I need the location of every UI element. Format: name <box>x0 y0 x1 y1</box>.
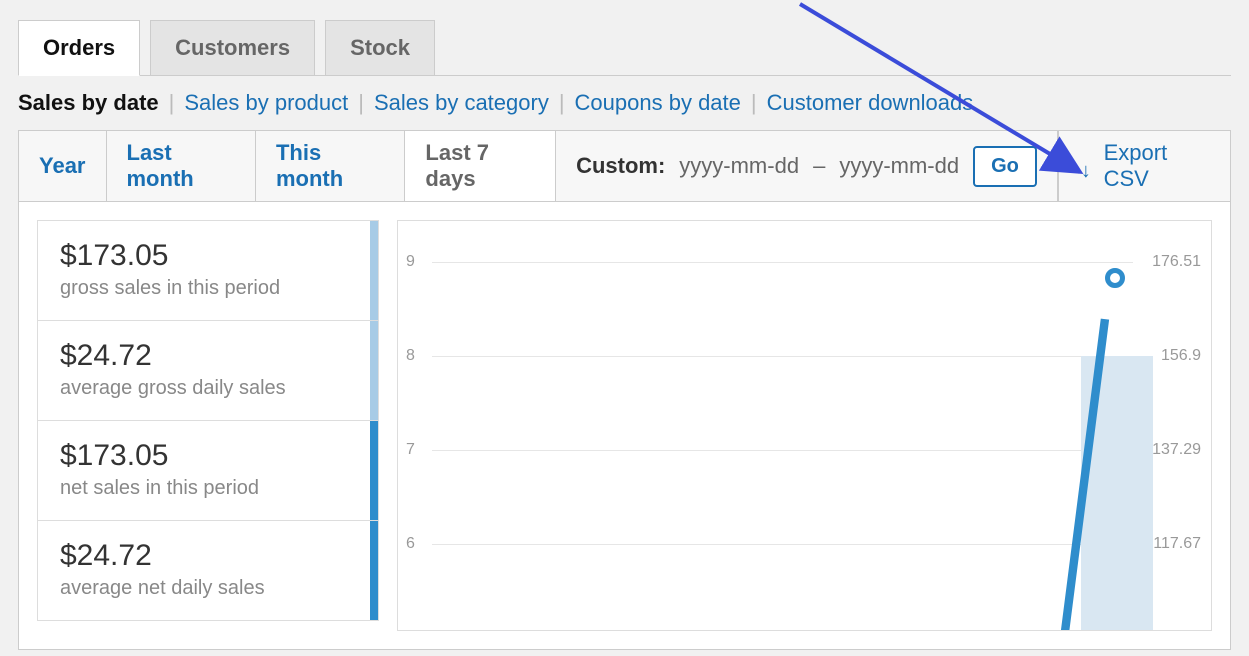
date-range-bar: Year Last month This month Last 7 days C… <box>18 130 1231 202</box>
subnav-customer-downloads[interactable]: Customer downloads <box>767 90 974 116</box>
stat-gross-sales[interactable]: $173.05 gross sales in this period <box>37 220 379 320</box>
report-subnav: Sales by date | Sales by product | Sales… <box>18 76 1231 130</box>
export-csv-button[interactable]: Export CSV <box>1059 131 1230 201</box>
y-right-tick: 137.29 <box>1152 441 1201 459</box>
stat-accent <box>370 221 378 320</box>
tab-customers[interactable]: Customers <box>150 20 315 76</box>
subnav-sales-by-product[interactable]: Sales by product <box>184 90 348 116</box>
report-content: $173.05 gross sales in this period $24.7… <box>18 202 1231 650</box>
stat-value: $173.05 <box>60 439 360 473</box>
stat-value: $173.05 <box>60 239 360 273</box>
range-year[interactable]: Year <box>19 131 107 201</box>
y-left-tick: 8 <box>406 347 415 365</box>
y-right-tick: 117.67 <box>1153 535 1201 553</box>
range-dash: – <box>813 153 825 179</box>
stat-net-sales[interactable]: $173.05 net sales in this period <box>37 420 379 520</box>
stat-accent <box>370 421 378 520</box>
y-right-tick: 176.51 <box>1152 253 1201 271</box>
stat-value: $24.72 <box>60 539 360 573</box>
stat-label: net sales in this period <box>60 477 360 500</box>
stat-label: average net daily sales <box>60 577 360 600</box>
download-icon <box>1081 157 1094 175</box>
subnav-sales-by-category[interactable]: Sales by category <box>374 90 549 116</box>
range-this-month[interactable]: This month <box>256 131 405 201</box>
main-tabs: Orders Customers Stock <box>18 20 1231 76</box>
range-custom-label: Custom: <box>576 153 665 179</box>
range-to-input[interactable]: yyyy-mm-dd <box>839 153 959 179</box>
chart-line <box>432 221 1133 631</box>
stats-sidebar: $173.05 gross sales in this period $24.7… <box>37 220 379 631</box>
stat-value: $24.72 <box>60 339 360 373</box>
stat-label: average gross daily sales <box>60 377 360 400</box>
range-custom: Custom: yyyy-mm-dd – yyyy-mm-dd Go <box>556 131 1058 201</box>
go-button[interactable]: Go <box>973 146 1037 187</box>
stat-accent <box>370 321 378 420</box>
y-left-tick: 9 <box>406 253 415 271</box>
y-right-tick: 156.9 <box>1161 347 1201 365</box>
chart-data-point <box>1105 268 1125 288</box>
subnav-current: Sales by date <box>18 90 159 116</box>
range-last-7-days[interactable]: Last 7 days <box>405 131 556 201</box>
tab-orders[interactable]: Orders <box>18 20 140 76</box>
y-left-tick: 6 <box>406 535 415 553</box>
stat-avg-net-daily[interactable]: $24.72 average net daily sales <box>37 520 379 621</box>
tab-stock[interactable]: Stock <box>325 20 435 76</box>
chart-bar <box>1081 356 1153 630</box>
range-last-month[interactable]: Last month <box>107 131 256 201</box>
stat-label: gross sales in this period <box>60 277 360 300</box>
export-csv-label: Export CSV <box>1104 140 1208 192</box>
subnav-coupons[interactable]: Coupons by date <box>575 90 741 116</box>
stat-accent <box>370 521 378 620</box>
y-left-tick: 7 <box>406 441 415 459</box>
sales-chart: 9 8 7 6 176.51 156.9 137.29 117.67 <box>397 220 1212 631</box>
stat-avg-gross-daily[interactable]: $24.72 average gross daily sales <box>37 320 379 420</box>
range-from-input[interactable]: yyyy-mm-dd <box>679 153 799 179</box>
